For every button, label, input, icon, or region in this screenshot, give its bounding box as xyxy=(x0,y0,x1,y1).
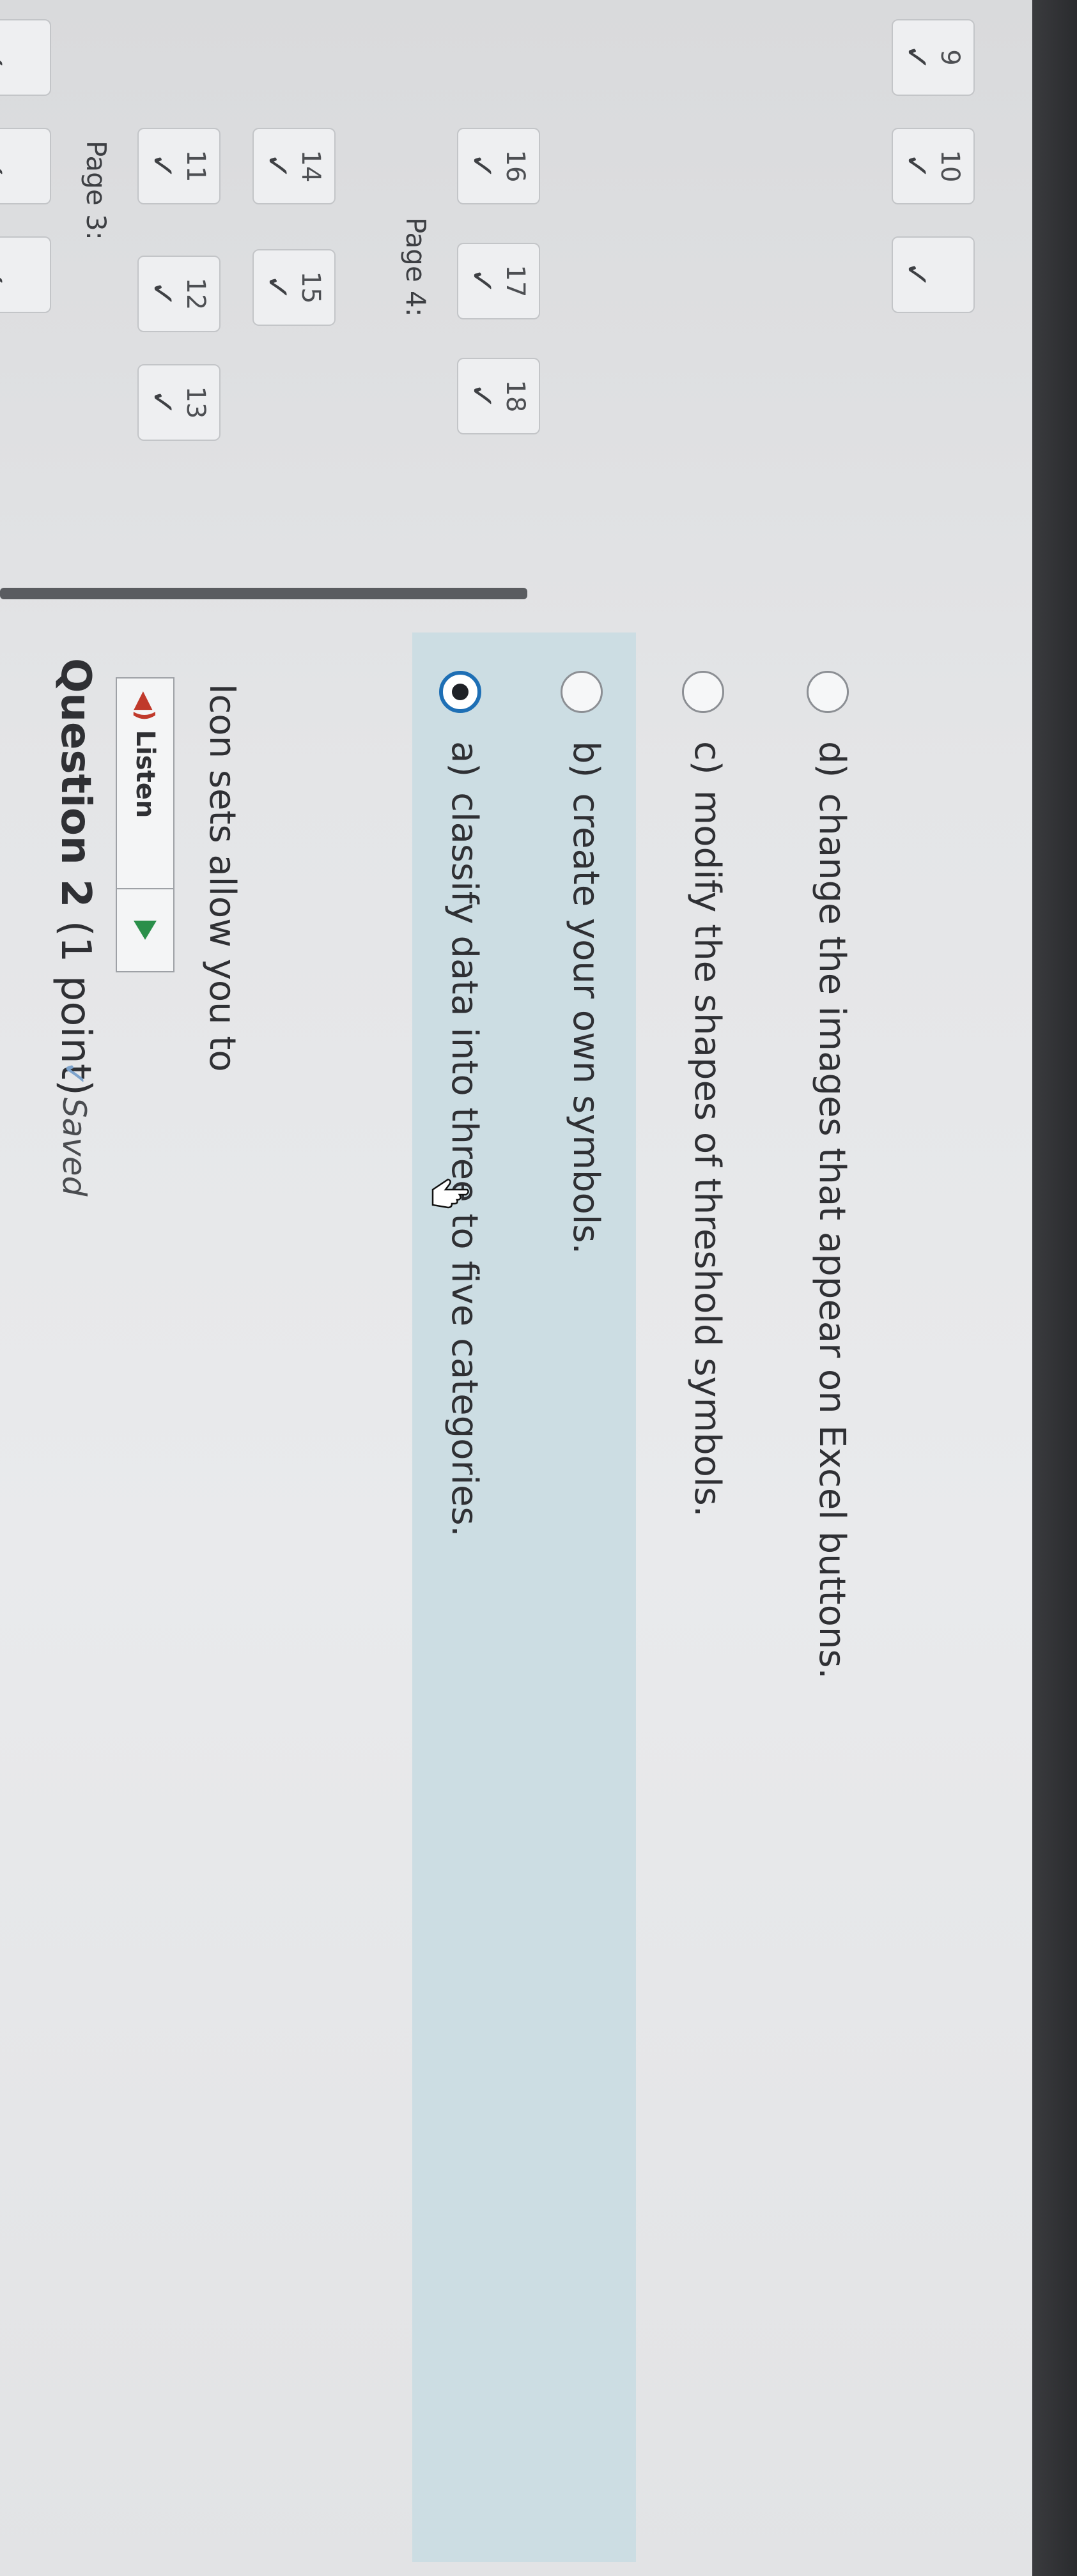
nav-number: 17 xyxy=(500,264,530,298)
nav-number: 12 xyxy=(181,277,210,310)
nav-number: 11 xyxy=(181,150,210,183)
nav-question-10[interactable]: 10 ✓ xyxy=(892,128,975,204)
answered-check-icon: ✓ xyxy=(0,129,12,203)
nav-question-15[interactable]: 15 ✓ xyxy=(252,249,336,326)
listen-widget: ◀) Listen xyxy=(116,677,174,972)
nav-number: 14 xyxy=(296,150,325,183)
option-text: classify data into three to five categor… xyxy=(444,792,485,1537)
radio-unselected-icon[interactable] xyxy=(807,671,849,713)
nav-question-prev-2[interactable]: ✓ xyxy=(0,128,51,204)
hand-pointer-icon xyxy=(431,1178,469,1209)
answered-check-icon: ✓ xyxy=(259,153,296,180)
option-text: modify the shapes of threshold symbols. xyxy=(686,790,728,1517)
nav-question-partial[interactable]: ✓ xyxy=(892,236,975,313)
nav-number: 15 xyxy=(296,271,325,304)
window-top-bezel xyxy=(1032,0,1077,2576)
question-navigator: 9 ✓ 10 ✓ ✓ ✓ ✓ ✓ xyxy=(0,0,988,575)
answered-check-icon: ✓ xyxy=(898,44,935,71)
question-number: Question 2 xyxy=(52,658,99,908)
nav-question-14[interactable]: 14 ✓ xyxy=(252,128,336,204)
nav-number: 16 xyxy=(500,150,530,183)
answered-check-icon: ✓ xyxy=(0,20,12,95)
radio-selected-icon[interactable] xyxy=(439,671,481,713)
answered-check-icon: ✓ xyxy=(144,389,181,416)
play-icon xyxy=(134,921,157,940)
nav-number: 10 xyxy=(935,150,965,183)
answered-check-icon: ✓ xyxy=(259,274,296,301)
page-4-label: Page 4: xyxy=(400,217,431,317)
nav-number: 18 xyxy=(500,379,530,413)
nav-number: 9 xyxy=(935,49,965,66)
nav-question-18[interactable]: 18 ✓ xyxy=(457,358,540,434)
answered-check-icon: ✓ xyxy=(463,153,500,180)
nav-question-prev-1[interactable]: ✓ xyxy=(0,19,51,96)
radio-unselected-icon[interactable] xyxy=(561,671,603,713)
option-text: create your own symbols. xyxy=(565,793,607,1255)
quiz-screen: 9 ✓ 10 ✓ ✓ ✓ ✓ ✓ xyxy=(0,0,1032,2576)
nav-number: 13 xyxy=(181,386,210,419)
option-letter: a) xyxy=(444,741,485,778)
answered-check-icon: ✓ xyxy=(0,238,12,312)
option-letter: c) xyxy=(686,741,728,775)
listen-button[interactable]: ◀) Listen xyxy=(117,678,173,889)
speaker-icon: ◀) xyxy=(131,691,159,721)
question-title: Question 2 (1 point) xyxy=(52,658,99,1096)
nav-question-prev-3[interactable]: ✓ xyxy=(0,236,51,313)
listen-label: Listen xyxy=(130,730,160,818)
answered-check-icon: ✓ xyxy=(898,261,935,288)
nav-question-12[interactable]: 12 ✓ xyxy=(137,256,221,332)
nav-question-16[interactable]: 16 ✓ xyxy=(457,128,540,204)
radio-unselected-icon[interactable] xyxy=(682,671,724,713)
question-stem: Icon sets allow you to xyxy=(201,684,243,1072)
saved-status: ✓ Saved xyxy=(56,1061,93,1196)
saved-label: Saved xyxy=(56,1097,93,1197)
play-button[interactable] xyxy=(117,889,173,971)
panel-divider xyxy=(0,588,527,599)
option-letter: b) xyxy=(565,741,607,778)
answered-check-icon: ✓ xyxy=(463,383,500,410)
page-3-label: Page 3: xyxy=(81,141,112,240)
saved-check-icon: ✓ xyxy=(56,1061,93,1087)
option-letter: d) xyxy=(811,741,853,778)
answered-check-icon: ✓ xyxy=(463,268,500,295)
nav-question-11[interactable]: 11 ✓ xyxy=(137,128,221,204)
nav-question-17[interactable]: 17 ✓ xyxy=(457,243,540,319)
option-text: change the images that appear on Excel b… xyxy=(811,793,853,1680)
rotated-viewport: 9 ✓ 10 ✓ ✓ ✓ ✓ ✓ xyxy=(0,0,1077,2576)
answered-check-icon: ✓ xyxy=(144,280,181,307)
answered-check-icon: ✓ xyxy=(144,153,181,180)
answered-check-icon: ✓ xyxy=(898,153,935,180)
nav-question-9[interactable]: 9 ✓ xyxy=(892,19,975,96)
nav-question-13[interactable]: 13 ✓ xyxy=(137,364,221,441)
